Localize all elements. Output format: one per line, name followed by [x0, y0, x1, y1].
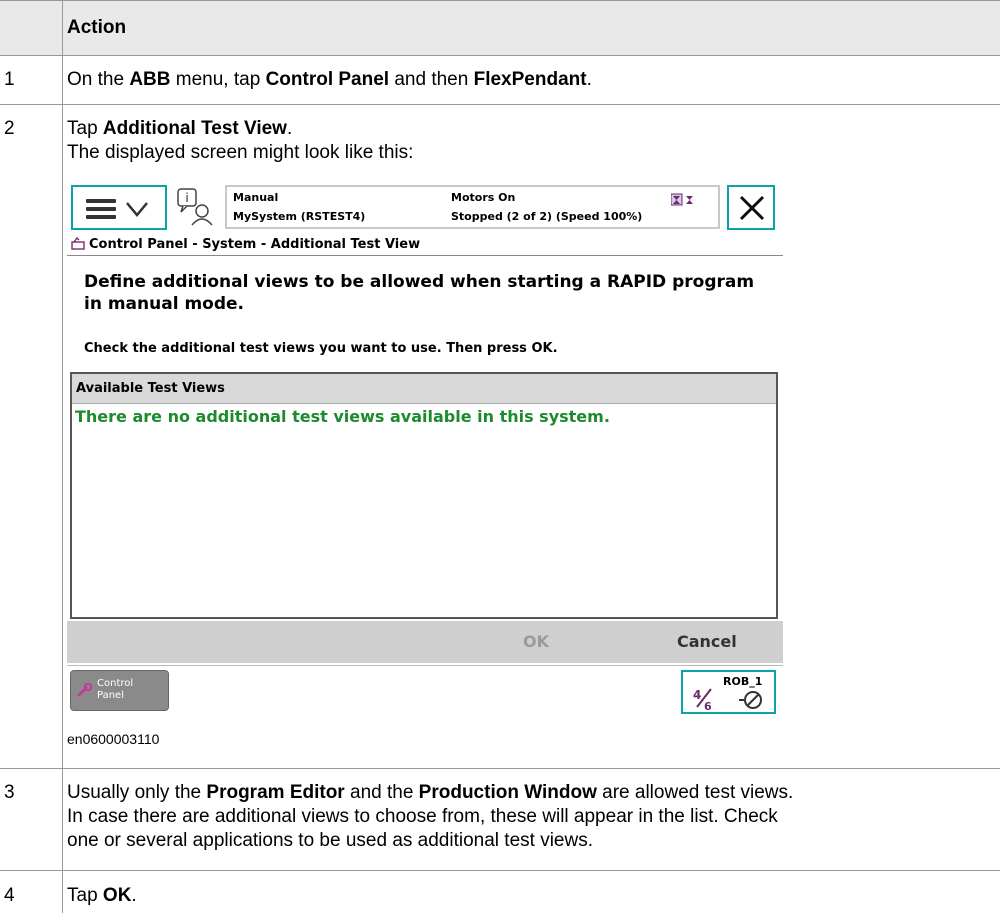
status-bar[interactable]: Manual MySystem (RSTEST4) Motors On Stop…	[225, 185, 720, 229]
step-number: 1	[4, 69, 15, 90]
abb-menu-button[interactable]	[71, 185, 167, 230]
ok-button[interactable]: OK	[523, 632, 549, 651]
view-description: Define additional views to be allowed wh…	[84, 272, 755, 314]
empty-list-message: There are no additional test views avail…	[75, 407, 610, 426]
robot-status-icon	[670, 193, 697, 211]
status-state: Stopped (2 of 2) (Speed 100%)	[451, 210, 643, 223]
command-bar: OK Cancel	[67, 621, 783, 663]
control-panel-icon	[71, 236, 85, 250]
status-system: MySystem (RSTEST4)	[233, 210, 366, 223]
taskbar-control-panel-button[interactable]: Control Panel	[70, 670, 169, 711]
breadcrumb: Control Panel - System - Additional Test…	[71, 236, 420, 252]
status-motors: Motors On	[451, 191, 516, 204]
status-mode: Manual	[233, 191, 279, 204]
table-header-action: Action	[67, 17, 127, 38]
step-number: 4	[4, 885, 15, 906]
test-views-list[interactable]: Available Test Views There are no additi…	[70, 372, 778, 619]
svg-text:4: 4	[693, 688, 701, 702]
step-number: 3	[4, 782, 15, 803]
taskbar: Control Panel ROB_1 4 6	[67, 665, 783, 719]
cancel-button[interactable]: Cancel	[677, 632, 737, 651]
svg-text:6: 6	[704, 700, 712, 712]
step-3-text: Usually only the Program Editor and the …	[67, 782, 794, 851]
menu-icon	[86, 199, 116, 219]
close-button[interactable]	[727, 185, 775, 230]
list-header: Available Test Views	[72, 374, 776, 404]
figure-caption: en0600003110	[67, 731, 160, 747]
wrench-icon	[77, 682, 93, 700]
top-bar: i Manual MySystem (RSTEST4) Motors On St…	[67, 181, 783, 233]
step-4-text: Tap OK.	[67, 885, 137, 906]
flexpendant-screenshot: i Manual MySystem (RSTEST4) Motors On St…	[67, 181, 783, 719]
close-icon	[739, 195, 765, 221]
view-instruction: Check the additional test views you want…	[84, 341, 558, 356]
chevron-down-icon	[125, 193, 149, 229]
svg-text:i: i	[185, 191, 188, 205]
instruction-table: Action 1 On the ABB menu, tap Control Pa…	[0, 0, 1000, 913]
step-number: 2	[4, 118, 15, 139]
quickset-rob1-button[interactable]: ROB_1 4 6	[681, 670, 776, 714]
quickset-icon: 4 6	[693, 688, 762, 712]
step-1-text: On the ABB menu, tap Control Panel and t…	[67, 69, 592, 90]
event-log-icon[interactable]: i	[175, 187, 215, 227]
table-header-row	[0, 0, 1000, 55]
step-2-text: Tap Additional Test View. The displayed …	[67, 118, 414, 163]
